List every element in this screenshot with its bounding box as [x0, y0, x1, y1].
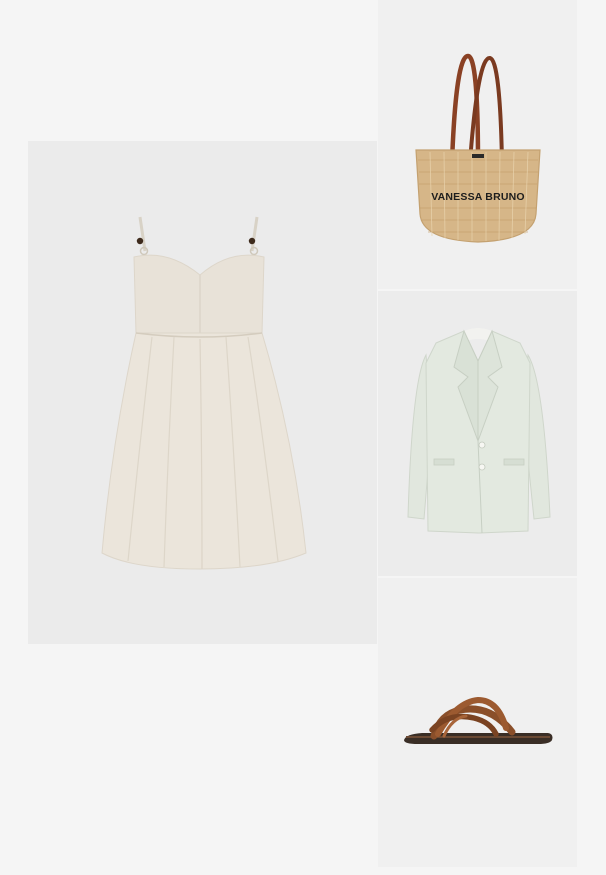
product-tile-dress[interactable]	[28, 141, 377, 644]
product-tile-bag[interactable]: VANESSA BRUNO	[378, 0, 577, 289]
linen-blazer-image	[407, 328, 551, 534]
product-tile-blazer[interactable]	[378, 291, 577, 576]
bag-brand-label: VANESSA BRUNO	[431, 191, 525, 203]
product-tile-sandal[interactable]	[378, 578, 577, 867]
straw-tote-bag-image: VANESSA BRUNO	[415, 53, 541, 243]
leather-sandal-image	[404, 696, 553, 744]
linen-sundress-image	[101, 216, 307, 570]
